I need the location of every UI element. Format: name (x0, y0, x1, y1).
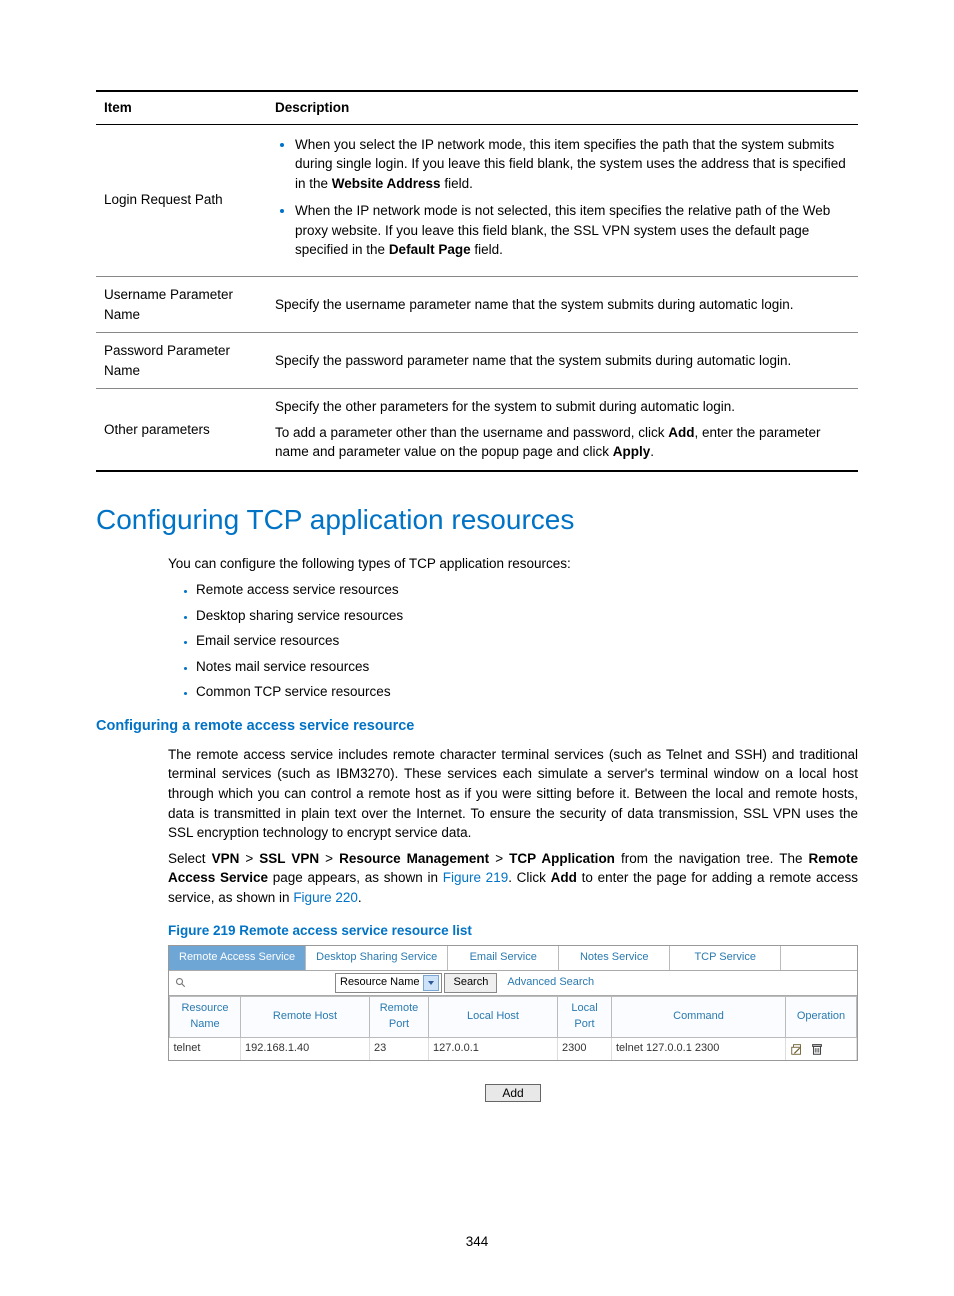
col-local-port[interactable]: Local Port (558, 996, 612, 1037)
col-command[interactable]: Command (612, 996, 786, 1037)
bullet: When you select the IP network mode, thi… (295, 135, 850, 194)
cell-local-port: 2300 (558, 1037, 612, 1059)
page-number: 344 (96, 1232, 858, 1252)
search-icon (175, 977, 187, 989)
col-desc: Description (267, 91, 858, 124)
bullet: When the IP network mode is not selected… (295, 201, 850, 260)
figure-link[interactable]: Figure 220 (293, 890, 358, 905)
subsection-heading: Configuring a remote access service reso… (96, 716, 858, 737)
list-item: Common TCP service resources (196, 682, 858, 702)
row-username-param: Username Parameter Name Specify the user… (96, 276, 858, 332)
cell-local-host: 127.0.0.1 (429, 1037, 558, 1059)
row-login-request-path: Login Request Path When you select the I… (96, 124, 858, 276)
cell-resource-name: telnet (170, 1037, 241, 1059)
advanced-search-link[interactable]: Advanced Search (507, 975, 594, 991)
col-resource-name[interactable]: Resource Name (170, 996, 241, 1037)
figure-caption: Figure 219 Remote access service resourc… (168, 921, 858, 941)
resource-grid: Resource Name Remote Host Remote Port Lo… (169, 996, 857, 1060)
tab-bar: Remote Access Service Desktop Sharing Se… (169, 946, 857, 970)
tab-notes[interactable]: Notes Service (559, 946, 670, 970)
cell-remote-host: 192.168.1.40 (241, 1037, 370, 1059)
parameter-table: Item Description Login Request Path When… (96, 90, 858, 472)
col-operation[interactable]: Operation (786, 996, 857, 1037)
list-item: Remote access service resources (196, 580, 858, 600)
tab-tcp[interactable]: TCP Service (670, 946, 781, 970)
search-bar: Resource Name Search Advanced Search (169, 970, 857, 996)
col-remote-host[interactable]: Remote Host (241, 996, 370, 1037)
tab-email[interactable]: Email Service (448, 946, 559, 970)
tab-desktop-sharing[interactable]: Desktop Sharing Service (306, 946, 448, 970)
add-button[interactable]: Add (485, 1084, 540, 1102)
intro-text: You can configure the following types of… (168, 554, 858, 574)
row-other-params: Other parameters Specify the other param… (96, 389, 858, 471)
search-field-select[interactable]: Resource Name (335, 973, 442, 993)
edit-icon[interactable] (790, 1042, 804, 1056)
list-item: Email service resources (196, 631, 858, 651)
paragraph: The remote access service includes remot… (168, 745, 858, 843)
resource-type-list: Remote access service resources Desktop … (168, 580, 858, 702)
section-heading: Configuring TCP application resources (96, 500, 858, 541)
figure-link[interactable]: Figure 219 (443, 870, 509, 885)
list-item: Notes mail service resources (196, 657, 858, 677)
col-remote-port[interactable]: Remote Port (370, 996, 429, 1037)
resource-list-ui: Remote Access Service Desktop Sharing Se… (168, 945, 858, 1061)
cell-operation (786, 1037, 857, 1059)
tab-remote-access[interactable]: Remote Access Service (169, 946, 306, 970)
row-password-param: Password Parameter Name Specify the pass… (96, 333, 858, 389)
cell-remote-port: 23 (370, 1037, 429, 1059)
chevron-down-icon (423, 975, 439, 991)
search-button[interactable]: Search (444, 973, 497, 993)
col-local-host[interactable]: Local Host (429, 996, 558, 1037)
paragraph: Select VPN > SSL VPN > Resource Manageme… (168, 849, 858, 908)
cell-command: telnet 127.0.0.1 2300 (612, 1037, 786, 1059)
list-item: Desktop sharing service resources (196, 606, 858, 626)
table-row: telnet 192.168.1.40 23 127.0.0.1 2300 te… (170, 1037, 857, 1059)
delete-icon[interactable] (810, 1042, 824, 1056)
col-item: Item (96, 91, 267, 124)
